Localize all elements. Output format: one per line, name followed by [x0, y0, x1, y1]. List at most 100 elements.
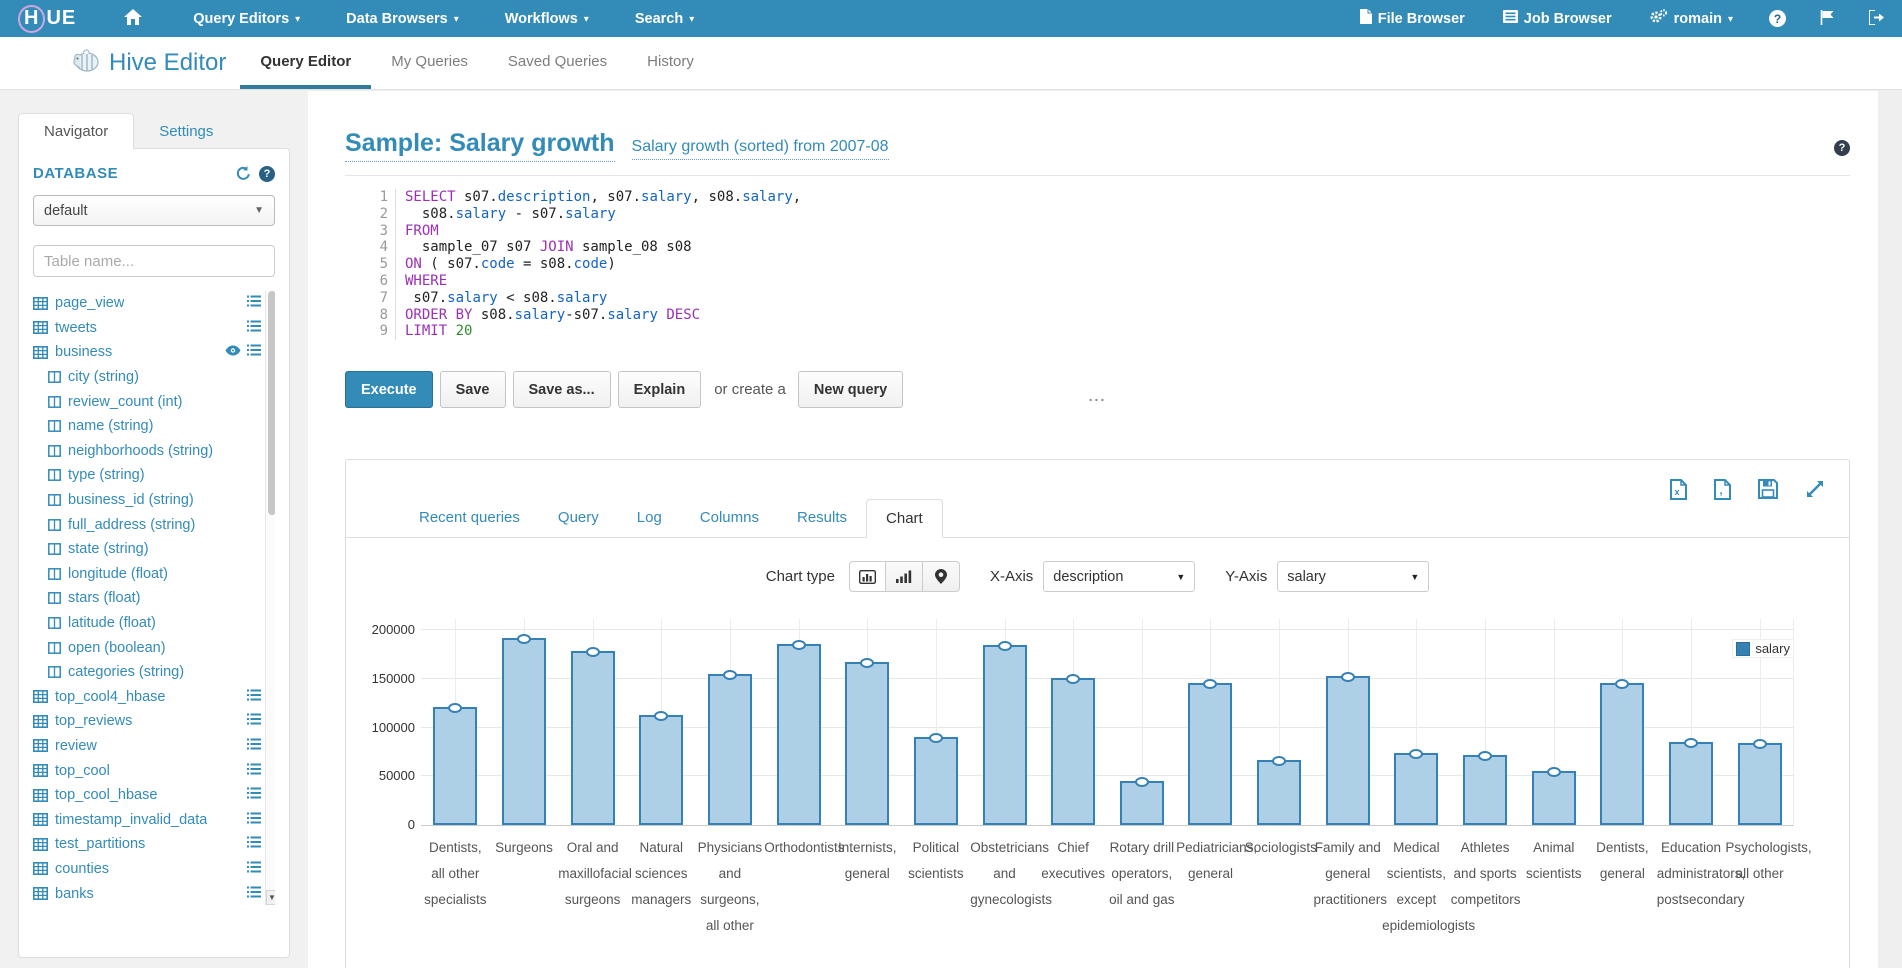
bar-marker[interactable] [1684, 738, 1698, 748]
code-line[interactable]: ORDER BY s08.salary-s07.salary DESC [405, 307, 801, 324]
bar-marker[interactable] [723, 670, 737, 680]
browse-data-icon[interactable] [247, 812, 261, 828]
bar[interactable] [1463, 755, 1507, 825]
expand-icon[interactable] [1805, 479, 1825, 500]
scrollbar-down-button[interactable]: ▼ [266, 890, 275, 905]
bar[interactable] [1326, 676, 1370, 825]
table-row[interactable]: banks [33, 881, 261, 905]
query-title[interactable]: Sample: Salary growth [345, 129, 615, 162]
bar[interactable] [845, 662, 889, 825]
menu-workflows[interactable]: Workflows▾ [482, 11, 612, 27]
resize-handle[interactable]: ... [1089, 388, 1107, 404]
code-line[interactable]: SELECT s07.description, s07.salary, s08.… [405, 189, 801, 206]
bar-marker[interactable] [517, 634, 531, 644]
table-row[interactable]: page_view [33, 291, 261, 316]
bar-marker[interactable] [792, 640, 806, 650]
chart-legend[interactable]: salary [1732, 639, 1794, 658]
file-browser-link[interactable]: File Browser [1341, 9, 1484, 28]
chart-plot-area[interactable]: 050000100000150000200000 [421, 619, 1794, 826]
sql-code[interactable]: SELECT s07.description, s07.salary, s08.… [396, 189, 801, 340]
tab-query-editor[interactable]: Query Editor [240, 37, 371, 89]
bar[interactable] [433, 707, 477, 825]
column-row[interactable]: city (string) [33, 365, 261, 390]
browse-data-icon[interactable] [247, 763, 261, 779]
bar-marker[interactable] [586, 647, 600, 657]
browse-data-icon[interactable] [247, 344, 261, 360]
column-row[interactable]: name (string) [33, 414, 261, 439]
signal-chart-type-button[interactable] [886, 561, 923, 592]
column-row[interactable]: review_count (int) [33, 389, 261, 414]
browse-data-icon[interactable] [247, 320, 261, 336]
logout-button[interactable] [1852, 10, 1902, 28]
bar-marker[interactable] [1135, 777, 1149, 787]
bar[interactable] [1051, 678, 1095, 825]
bar-marker[interactable] [1547, 767, 1561, 777]
scrollbar-thumb[interactable] [268, 291, 275, 515]
hue-logo[interactable]: HHUEUE [18, 5, 76, 33]
column-row[interactable]: type (string) [33, 463, 261, 488]
help-button[interactable]: ? [1752, 10, 1803, 27]
column-row[interactable]: full_address (string) [33, 512, 261, 537]
x-axis-select[interactable]: description ▼ [1043, 561, 1195, 592]
column-row[interactable]: categories (string) [33, 660, 261, 685]
bar-marker[interactable] [1753, 739, 1767, 749]
bar[interactable] [1188, 683, 1232, 825]
browse-data-icon[interactable] [247, 836, 261, 852]
browse-data-icon[interactable] [247, 295, 261, 311]
column-row[interactable]: business_id (string) [33, 488, 261, 513]
column-row[interactable]: latitude (float) [33, 611, 261, 636]
job-browser-link[interactable]: Job Browser [1484, 10, 1631, 27]
database-select[interactable]: default ▼ [33, 195, 275, 226]
sql-editor[interactable]: 123456789 SELECT s07.description, s07.sa… [370, 189, 1850, 340]
bar[interactable] [1257, 760, 1301, 825]
bar[interactable] [1738, 743, 1782, 825]
table-row[interactable]: top_cool4_hbase [33, 685, 261, 710]
code-line[interactable]: s08.salary - s07.salary [405, 206, 801, 223]
bar[interactable] [1669, 742, 1713, 825]
table-row[interactable]: timestamp_invalid_data [33, 807, 261, 832]
execute-button[interactable]: Execute [345, 371, 433, 408]
table-row[interactable]: test_partitions [33, 832, 261, 857]
browse-data-icon[interactable] [247, 713, 261, 729]
bar[interactable] [571, 651, 615, 825]
table-row[interactable]: business [33, 340, 261, 365]
bar-marker[interactable] [998, 641, 1012, 651]
bar[interactable] [1532, 771, 1576, 825]
table-row[interactable]: top_cool [33, 758, 261, 783]
table-row[interactable]: top_reviews [33, 709, 261, 734]
bar[interactable] [1120, 781, 1164, 825]
table-row[interactable]: counties [33, 857, 261, 882]
map-marker-chart-type-button[interactable] [923, 561, 960, 592]
home-button[interactable] [124, 9, 142, 28]
bar[interactable] [1600, 683, 1644, 825]
column-row[interactable]: neighborhoods (string) [33, 439, 261, 464]
feedback-button[interactable] [1803, 10, 1852, 28]
menu-search[interactable]: Search▾ [612, 11, 717, 27]
table-search-input[interactable] [33, 245, 275, 277]
query-subtitle-link[interactable]: Salary growth (sorted) from 2007-08 [632, 138, 889, 160]
bar[interactable] [914, 737, 958, 825]
tab-history[interactable]: History [627, 37, 714, 89]
download-xls-icon[interactable]: x [1670, 479, 1687, 500]
save-results-icon[interactable] [1758, 479, 1778, 500]
table-row[interactable]: review [33, 734, 261, 759]
bar[interactable] [639, 715, 683, 826]
code-line[interactable]: sample_07 s07 JOIN sample_08 s08 [405, 239, 801, 256]
code-line[interactable]: ON ( s07.code = s08.code) [405, 256, 801, 273]
bar[interactable] [983, 645, 1027, 825]
bar[interactable] [777, 644, 821, 825]
menu-data-browsers[interactable]: Data Browsers▾ [323, 11, 482, 27]
column-row[interactable]: stars (float) [33, 586, 261, 611]
save-button[interactable]: Save [440, 371, 506, 408]
tab-results[interactable]: Results [778, 499, 866, 538]
bar-chart-type-button[interactable] [849, 561, 886, 592]
download-csv-icon[interactable]: , [1714, 479, 1731, 500]
code-line[interactable]: s07.salary < s08.salary [405, 290, 801, 307]
tab-chart[interactable]: Chart [866, 499, 943, 538]
editor-help-icon[interactable]: ? [1834, 140, 1850, 156]
tab-settings[interactable]: Settings [134, 114, 238, 149]
bar[interactable] [708, 674, 752, 825]
browse-data-icon[interactable] [247, 689, 261, 705]
browse-data-icon[interactable] [247, 787, 261, 803]
code-line[interactable]: FROM [405, 223, 801, 240]
